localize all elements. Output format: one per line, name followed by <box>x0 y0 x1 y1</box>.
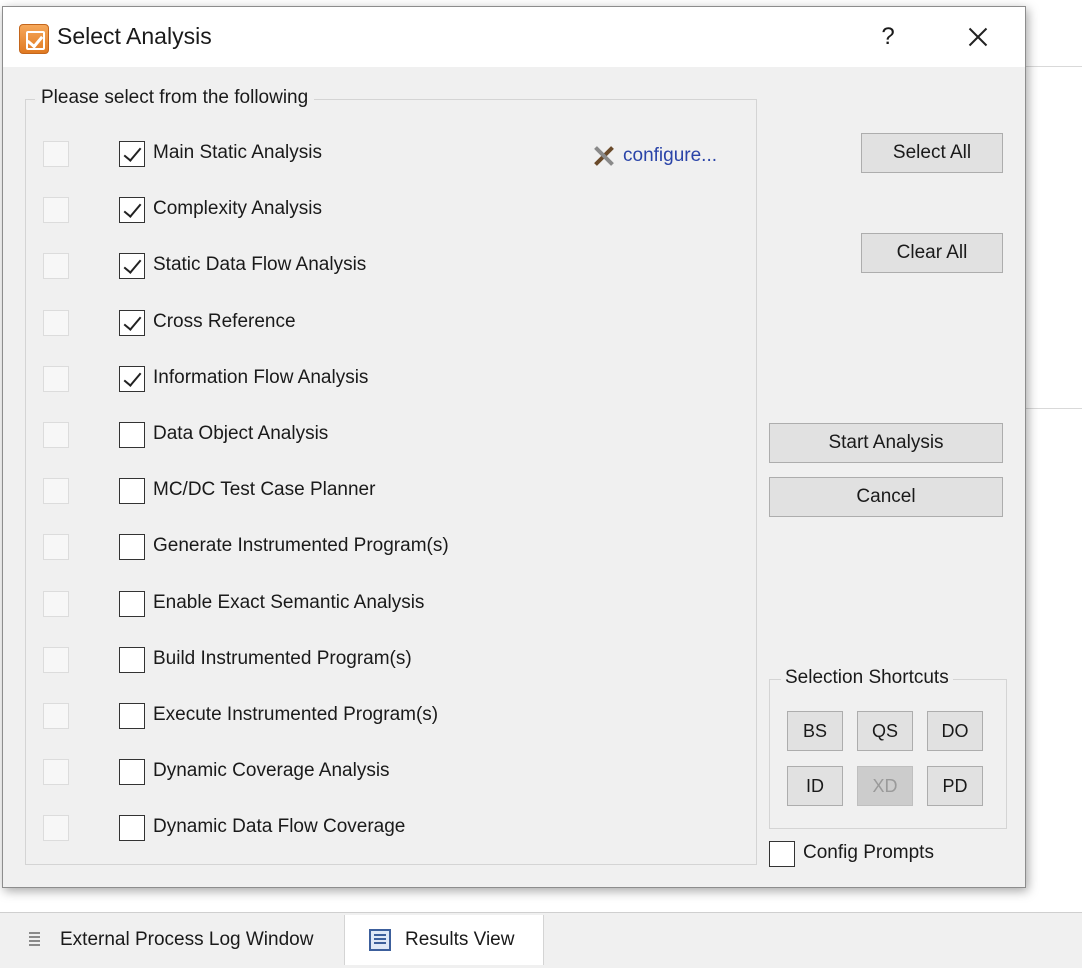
group-title: Please select from the following <box>35 87 315 109</box>
analysis-label: Information Flow Analysis <box>153 366 369 388</box>
shortcut-button-bs[interactable]: BS <box>787 711 843 751</box>
analysis-row[interactable]: Dynamic Data Flow Coverage <box>43 815 743 843</box>
configure-label: configure... <box>623 145 717 166</box>
disabled-checkbox <box>43 197 69 224</box>
app-icon <box>19 24 49 54</box>
analysis-row[interactable]: Data Object Analysis <box>43 422 743 450</box>
disabled-checkbox <box>43 141 69 167</box>
analysis-checkbox[interactable] <box>119 646 145 673</box>
config-prompts-checkbox[interactable] <box>769 841 795 867</box>
disabled-checkbox <box>43 646 69 673</box>
start-analysis-button[interactable]: Start Analysis <box>769 423 1003 463</box>
help-button[interactable]: ? <box>873 19 903 55</box>
shortcut-button-xd: XD <box>857 766 913 806</box>
select-all-button[interactable]: Select All <box>861 133 1003 173</box>
analysis-row[interactable]: Complexity Analysis <box>43 197 743 225</box>
analysis-row[interactable]: Build Instrumented Program(s) <box>43 646 743 675</box>
dialog-title: Select Analysis <box>57 23 212 49</box>
clear-all-button[interactable]: Clear All <box>861 233 1003 273</box>
analysis-label: Data Object Analysis <box>153 423 329 444</box>
analysis-checkbox[interactable] <box>119 309 145 336</box>
analysis-checkbox[interactable] <box>119 365 145 392</box>
analysis-row[interactable]: Static Data Flow Analysis <box>43 253 743 281</box>
analysis-row[interactable]: Enable Exact Semantic Analysis <box>43 590 743 619</box>
disabled-checkbox <box>43 590 69 617</box>
disabled-checkbox <box>43 365 69 392</box>
analysis-label: Dynamic Coverage Analysis <box>153 760 390 782</box>
disabled-checkbox <box>43 815 69 842</box>
analysis-row[interactable]: Information Flow Analysis <box>43 365 743 394</box>
bottom-tab-bar: External Process Log Window Results View <box>0 912 1082 968</box>
analysis-row[interactable]: Dynamic Coverage Analysis <box>43 759 743 787</box>
tab-results-view[interactable]: Results View <box>344 915 544 965</box>
tools-icon <box>591 143 617 169</box>
analysis-label: Build Instrumented Program(s) <box>153 647 412 669</box>
analysis-label: Cross Reference <box>153 310 296 332</box>
background-divider <box>1026 408 1082 409</box>
analysis-checkbox[interactable] <box>119 590 145 617</box>
log-icon <box>24 929 46 951</box>
disabled-checkbox <box>43 703 69 729</box>
analysis-label: Static Data Flow Analysis <box>153 254 367 276</box>
analysis-row[interactable]: Generate Instrumented Program(s) <box>43 534 743 562</box>
analysis-label: Execute Instrumented Program(s) <box>153 704 439 725</box>
shortcut-button-qs[interactable]: QS <box>857 711 913 751</box>
analysis-checkbox[interactable] <box>119 703 145 729</box>
disabled-checkbox <box>43 309 69 336</box>
analysis-checkbox[interactable] <box>119 197 145 224</box>
analysis-row[interactable]: MC/DC Test Case Planner <box>43 478 743 506</box>
analysis-label: Dynamic Data Flow Coverage <box>153 816 406 838</box>
disabled-checkbox <box>43 534 69 561</box>
dialog-titlebar: Select Analysis ? <box>3 7 1025 67</box>
tab-label: External Process Log Window <box>60 929 314 950</box>
shortcut-button-do[interactable]: DO <box>927 711 983 751</box>
analysis-label: MC/DC Test Case Planner <box>153 479 376 501</box>
analysis-checkbox[interactable] <box>119 422 145 448</box>
tab-label: Results View <box>405 929 515 950</box>
selection-shortcuts-group <box>769 679 1007 829</box>
disabled-checkbox <box>43 422 69 448</box>
analysis-label: Complexity Analysis <box>153 198 322 220</box>
tab-external-process-log[interactable]: External Process Log Window <box>0 915 344 965</box>
analysis-row[interactable]: Execute Instrumented Program(s) <box>43 703 743 731</box>
selection-shortcuts-title: Selection Shortcuts <box>781 667 953 689</box>
analysis-checkbox[interactable] <box>119 253 145 280</box>
background-divider <box>1026 66 1082 67</box>
shortcut-button-id[interactable]: ID <box>787 766 843 806</box>
analysis-checkbox[interactable] <box>119 478 145 505</box>
cancel-button[interactable]: Cancel <box>769 477 1003 517</box>
analysis-checkbox[interactable] <box>119 534 145 561</box>
config-prompts-option[interactable]: Config Prompts <box>769 841 1019 869</box>
analysis-label: Main Static Analysis <box>153 142 322 163</box>
shortcut-button-pd[interactable]: PD <box>927 766 983 806</box>
disabled-checkbox <box>43 759 69 786</box>
analysis-label: Enable Exact Semantic Analysis <box>153 591 425 613</box>
analysis-checkbox[interactable] <box>119 759 145 786</box>
disabled-checkbox <box>43 478 69 505</box>
close-icon[interactable] <box>953 17 1003 57</box>
disabled-checkbox <box>43 253 69 280</box>
analysis-row[interactable]: Cross Reference <box>43 309 743 338</box>
config-prompts-label: Config Prompts <box>803 842 934 863</box>
configure-link[interactable]: configure... <box>591 143 717 169</box>
select-analysis-dialog: Select Analysis ? Please select from the… <box>2 6 1026 888</box>
results-view-icon <box>369 929 391 951</box>
analysis-label: Generate Instrumented Program(s) <box>153 535 449 557</box>
analysis-checkbox[interactable] <box>119 815 145 842</box>
analysis-checkbox[interactable] <box>119 141 145 167</box>
